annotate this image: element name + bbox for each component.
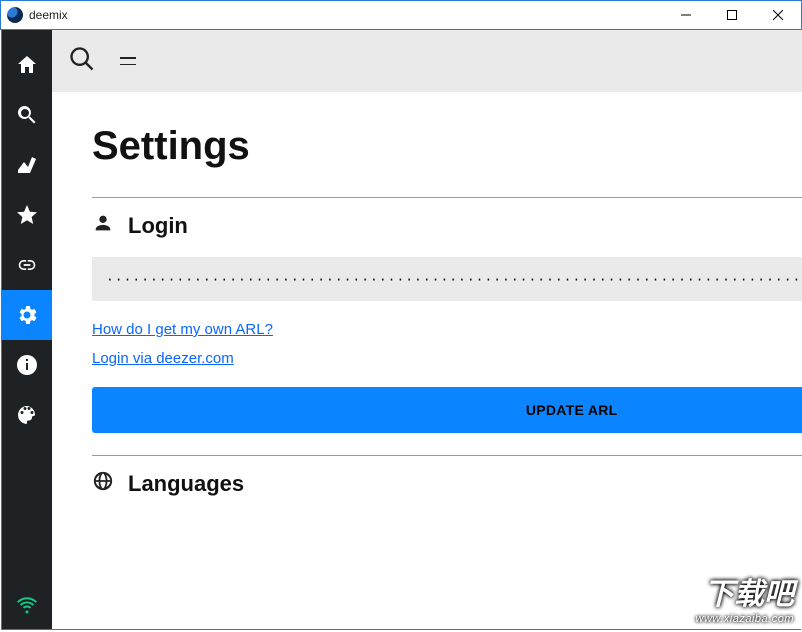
connection-status-icon — [2, 579, 52, 629]
nav-search[interactable] — [2, 90, 52, 140]
login-section-header: Login — [92, 212, 802, 239]
divider — [92, 197, 802, 198]
nav-favorites[interactable] — [2, 190, 52, 240]
person-icon — [92, 212, 114, 239]
arl-help-link[interactable]: How do I get my own ARL? — [92, 321, 273, 338]
arl-input[interactable]: ········································… — [92, 257, 802, 301]
search-icon[interactable] — [68, 45, 96, 78]
nav-theme[interactable] — [2, 390, 52, 440]
deezer-login-link[interactable]: Login via deezer.com — [92, 350, 234, 367]
app-icon — [7, 7, 23, 23]
update-arl-button[interactable]: UPDATE ARL — [92, 387, 802, 433]
close-button[interactable] — [755, 1, 801, 29]
content-area: Settings Login ·························… — [52, 30, 802, 629]
divider — [92, 455, 802, 456]
nav-link-analyzer[interactable] — [2, 240, 52, 290]
nav-about[interactable] — [2, 340, 52, 390]
login-heading: Login — [128, 213, 188, 239]
minimize-button[interactable] — [663, 1, 709, 29]
globe-icon — [92, 470, 114, 497]
menu-icon[interactable] — [120, 57, 136, 65]
languages-section-header: Languages — [92, 470, 802, 497]
maximize-button[interactable] — [709, 1, 755, 29]
languages-heading: Languages — [128, 471, 244, 497]
window-title: deemix — [29, 8, 68, 22]
nav-home[interactable] — [2, 40, 52, 90]
sidebar — [2, 30, 52, 629]
topbar — [52, 30, 802, 92]
nav-settings[interactable] — [2, 290, 52, 340]
nav-charts[interactable] — [2, 140, 52, 190]
window-titlebar: deemix — [0, 0, 802, 30]
page-title: Settings — [92, 124, 802, 169]
